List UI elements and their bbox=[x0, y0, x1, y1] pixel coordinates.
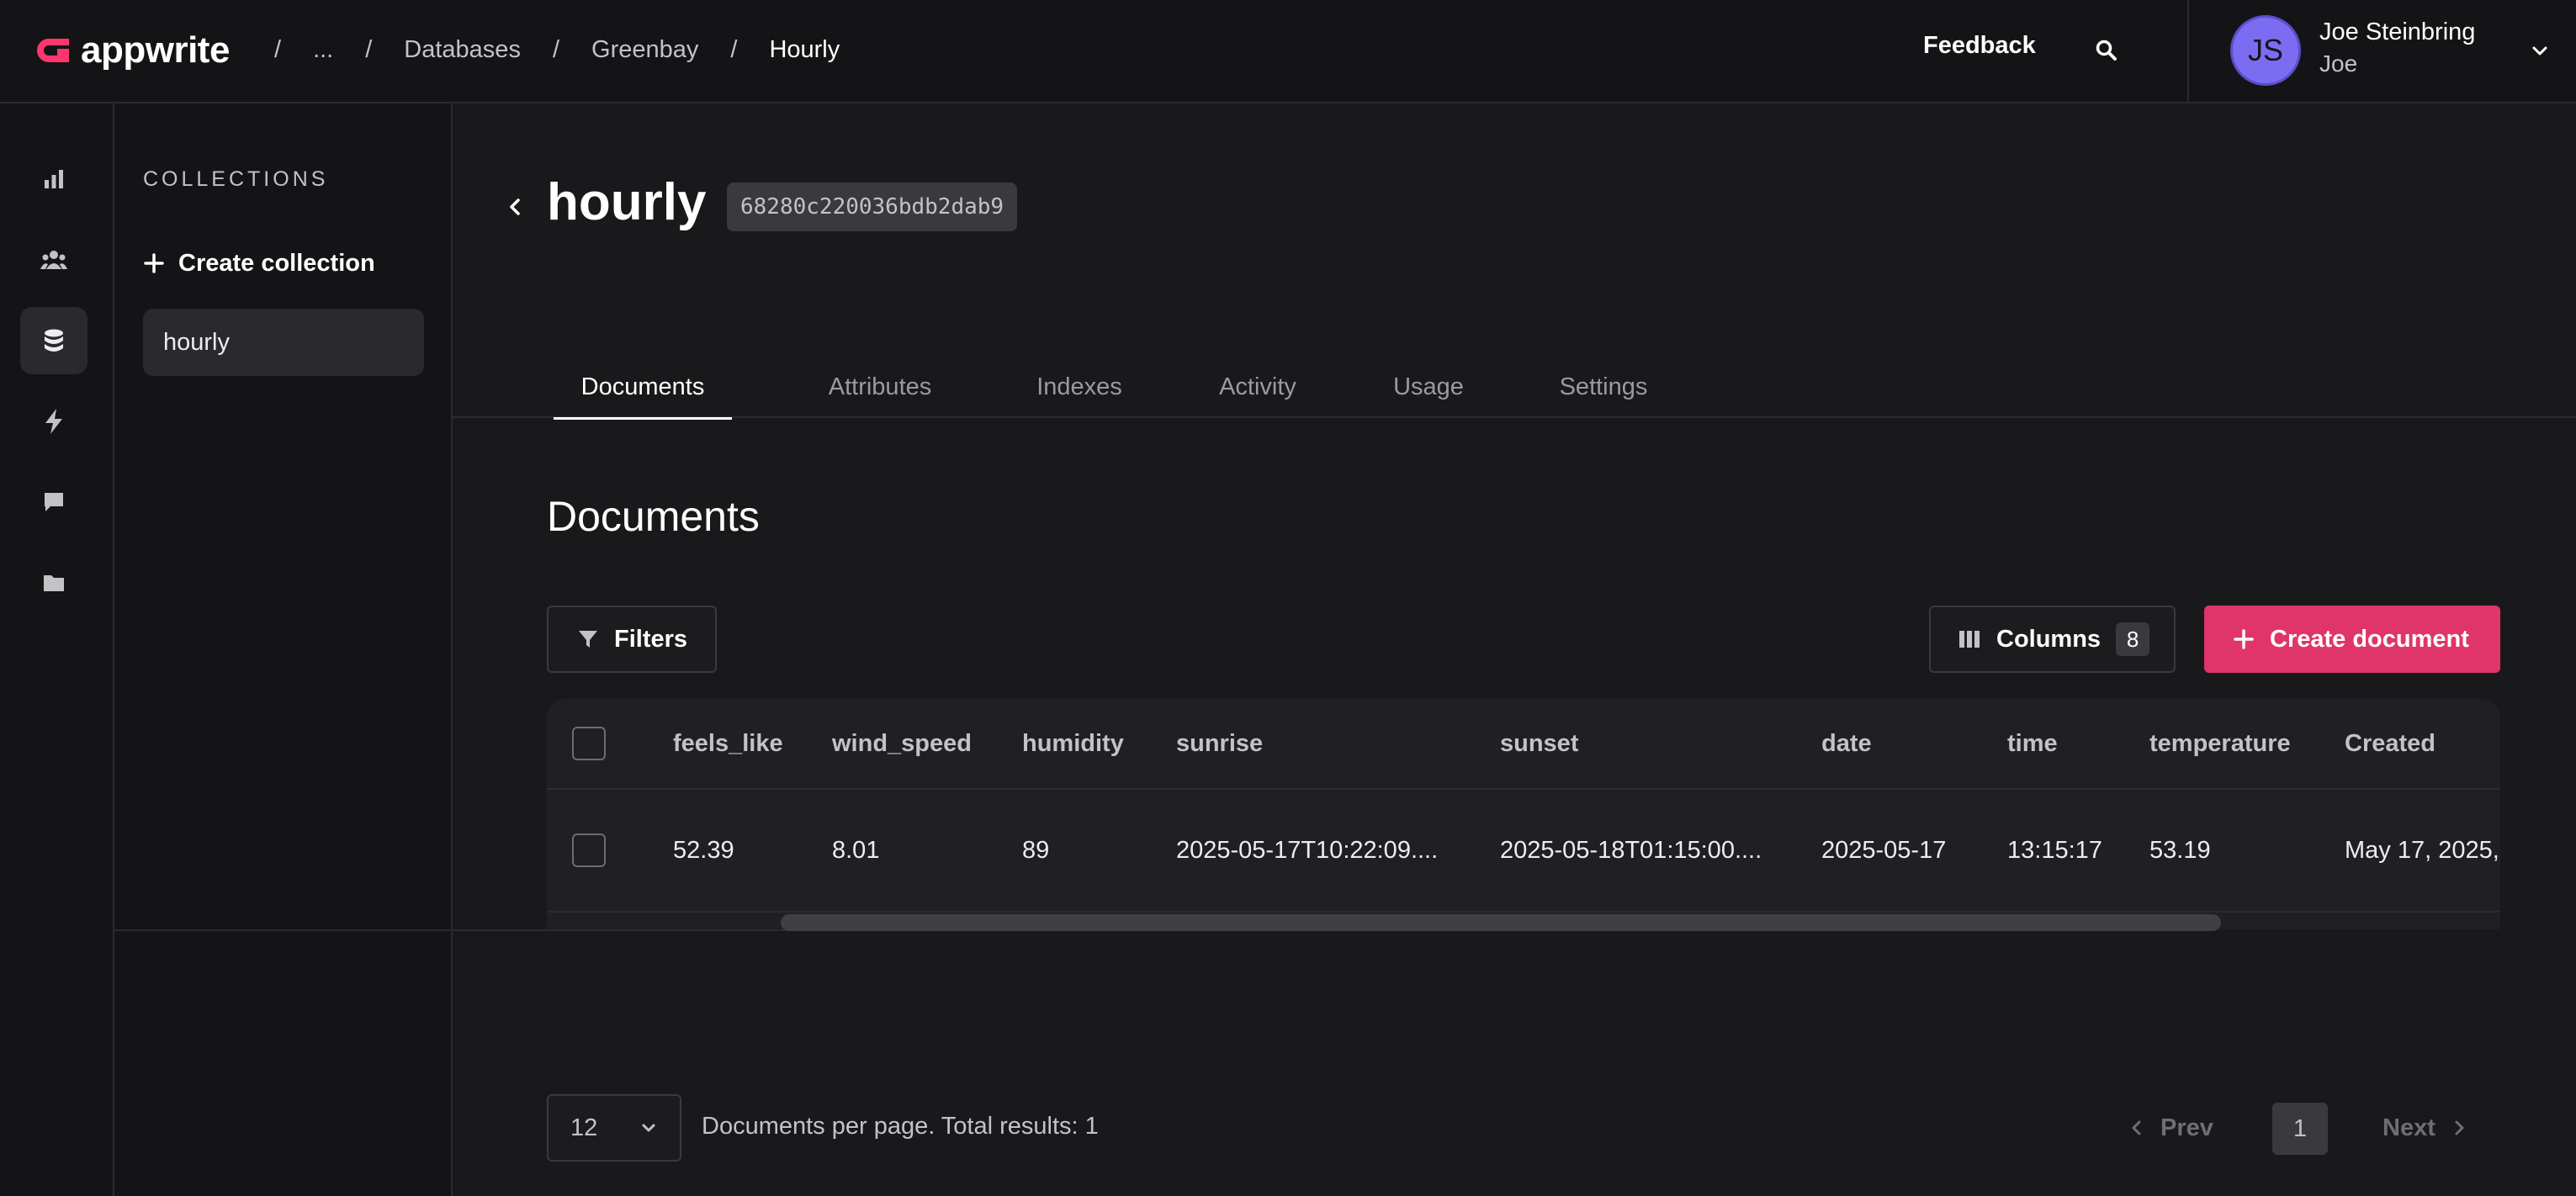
prev-page-button[interactable]: Prev bbox=[2128, 1109, 2213, 1146]
filter-icon bbox=[579, 631, 597, 648]
breadcrumb-databases[interactable]: Databases bbox=[404, 36, 521, 64]
next-label: Next bbox=[2383, 1114, 2436, 1141]
app-name: appwrite bbox=[81, 29, 230, 71]
tab-usage[interactable]: Usage bbox=[1354, 356, 1503, 418]
table-row[interactable]: 52.39 8.01 89 2025-05-17T10:22:09.... 20… bbox=[547, 790, 2500, 913]
rail-item-storage[interactable] bbox=[20, 549, 87, 617]
icon-rail bbox=[0, 103, 114, 1196]
columns-count-badge: 8 bbox=[2116, 622, 2150, 656]
column-header-time[interactable]: time bbox=[2007, 699, 2058, 788]
column-header-temperature[interactable]: temperature bbox=[2149, 699, 2291, 788]
tab-attributes[interactable]: Attributes bbox=[792, 356, 967, 418]
breadcrumb: / ... / Databases / Greenbay / Hourly bbox=[274, 35, 840, 64]
collections-sidebar: COLLECTIONS Create collection hourly bbox=[114, 103, 453, 1196]
main-content: hourly 68280c220036bdb2dab9 Documents At… bbox=[453, 103, 2576, 1196]
tab-settings[interactable]: Settings bbox=[1519, 356, 1688, 418]
documents-heading: Documents bbox=[547, 493, 760, 540]
lightning-icon bbox=[45, 409, 62, 434]
collections-heading: COLLECTIONS bbox=[143, 167, 329, 191]
horizontal-scrollbar-thumb[interactable] bbox=[781, 914, 2221, 931]
back-chevron-icon[interactable] bbox=[503, 194, 528, 220]
cell-feels-like: 52.39 bbox=[673, 836, 734, 864]
documents-table: feels_like wind_speed humidity sunrise s… bbox=[547, 699, 2500, 929]
filters-label: Filters bbox=[614, 625, 688, 653]
feedback-button[interactable]: Feedback bbox=[1923, 32, 2036, 60]
top-header: appwrite / ... / Databases / Greenbay / … bbox=[0, 0, 2576, 103]
rail-item-functions[interactable] bbox=[20, 388, 87, 455]
columns-label: Columns bbox=[1996, 625, 2102, 653]
tab-activity[interactable]: Activity bbox=[1178, 356, 1338, 418]
column-header-feels-like[interactable]: feels_like bbox=[673, 699, 783, 788]
plus-icon bbox=[144, 253, 164, 273]
chevron-right-icon bbox=[2455, 1120, 2464, 1135]
table-header-row: feels_like wind_speed humidity sunrise s… bbox=[547, 699, 2500, 790]
database-icon bbox=[45, 329, 63, 352]
cell-sunset: 2025-05-18T01:15:00.... bbox=[1500, 836, 1762, 864]
prev-label: Prev bbox=[2160, 1114, 2213, 1141]
column-header-wind-speed[interactable]: wind_speed bbox=[832, 699, 972, 788]
search-button[interactable] bbox=[2088, 32, 2125, 69]
tab-indexes[interactable]: Indexes bbox=[999, 356, 1159, 418]
header-divider bbox=[2187, 0, 2189, 103]
page-title: hourly bbox=[547, 173, 707, 231]
appwrite-logo[interactable]: appwrite bbox=[32, 25, 230, 76]
cell-wind-speed: 8.01 bbox=[832, 836, 880, 864]
search-icon bbox=[2096, 40, 2117, 61]
columns-button[interactable]: Columns 8 bbox=[1929, 606, 2176, 673]
rail-item-overview[interactable] bbox=[20, 146, 87, 213]
create-document-button[interactable]: Create document bbox=[2204, 606, 2500, 673]
app-root: appwrite / ... / Databases / Greenbay / … bbox=[0, 0, 2576, 1196]
chat-icon bbox=[45, 493, 63, 511]
user-subtitle: Joe bbox=[2319, 50, 2358, 77]
cell-sunrise: 2025-05-17T10:22:09.... bbox=[1176, 836, 1439, 864]
rail-item-databases[interactable] bbox=[20, 307, 87, 374]
columns-icon bbox=[1959, 631, 1980, 648]
folder-icon bbox=[44, 575, 64, 591]
users-icon bbox=[40, 251, 67, 269]
collection-item-hourly[interactable]: hourly bbox=[143, 309, 424, 376]
create-collection-label: Create collection bbox=[178, 249, 375, 277]
rail-item-auth[interactable] bbox=[20, 226, 87, 294]
column-header-sunrise[interactable]: sunrise bbox=[1176, 699, 1263, 788]
page-number-button[interactable]: 1 bbox=[2272, 1103, 2328, 1155]
cell-created: May 17, 2025, bbox=[2345, 836, 2499, 864]
filters-button[interactable]: Filters bbox=[547, 606, 717, 673]
breadcrumb-hourly[interactable]: Hourly bbox=[769, 36, 840, 64]
appwrite-logo-icon bbox=[37, 39, 69, 62]
column-header-sunset[interactable]: sunset bbox=[1500, 699, 1578, 788]
breadcrumb-ellipsis[interactable]: ... bbox=[313, 36, 333, 64]
user-name[interactable]: Joe Steinbring bbox=[2319, 19, 2475, 46]
per-page-value: 12 bbox=[570, 1114, 598, 1141]
column-header-humidity[interactable]: humidity bbox=[1022, 699, 1124, 788]
avatar[interactable]: JS bbox=[2230, 15, 2301, 86]
cell-time: 13:15:17 bbox=[2007, 836, 2102, 864]
bar-chart-icon bbox=[45, 170, 63, 188]
row-checkbox[interactable] bbox=[572, 833, 606, 867]
cell-date: 2025-05-17 bbox=[1821, 836, 1947, 864]
collection-id-badge[interactable]: 68280c220036bdb2dab9 bbox=[727, 183, 1018, 231]
cell-humidity: 89 bbox=[1022, 836, 1050, 864]
tab-documents[interactable]: Documents bbox=[554, 356, 732, 420]
column-header-created[interactable]: Created bbox=[2345, 699, 2436, 788]
rail-item-messaging[interactable] bbox=[20, 468, 87, 536]
create-document-label: Create document bbox=[2270, 625, 2469, 653]
breadcrumb-greenbay[interactable]: Greenbay bbox=[591, 36, 698, 64]
select-all-checkbox[interactable] bbox=[572, 727, 606, 760]
chevron-down-icon bbox=[642, 1124, 655, 1132]
plus-icon bbox=[2234, 629, 2254, 649]
per-page-select[interactable]: 12 bbox=[547, 1094, 681, 1162]
column-header-date[interactable]: date bbox=[1821, 699, 1872, 788]
chevron-down-icon[interactable] bbox=[2527, 39, 2552, 64]
create-collection-button[interactable]: Create collection bbox=[143, 246, 375, 280]
tab-bar: Documents Attributes Indexes Activity Us… bbox=[453, 356, 2576, 420]
chevron-left-icon bbox=[2132, 1120, 2141, 1135]
cell-temperature: 53.19 bbox=[2149, 836, 2211, 864]
next-page-button[interactable]: Next bbox=[2383, 1109, 2467, 1146]
